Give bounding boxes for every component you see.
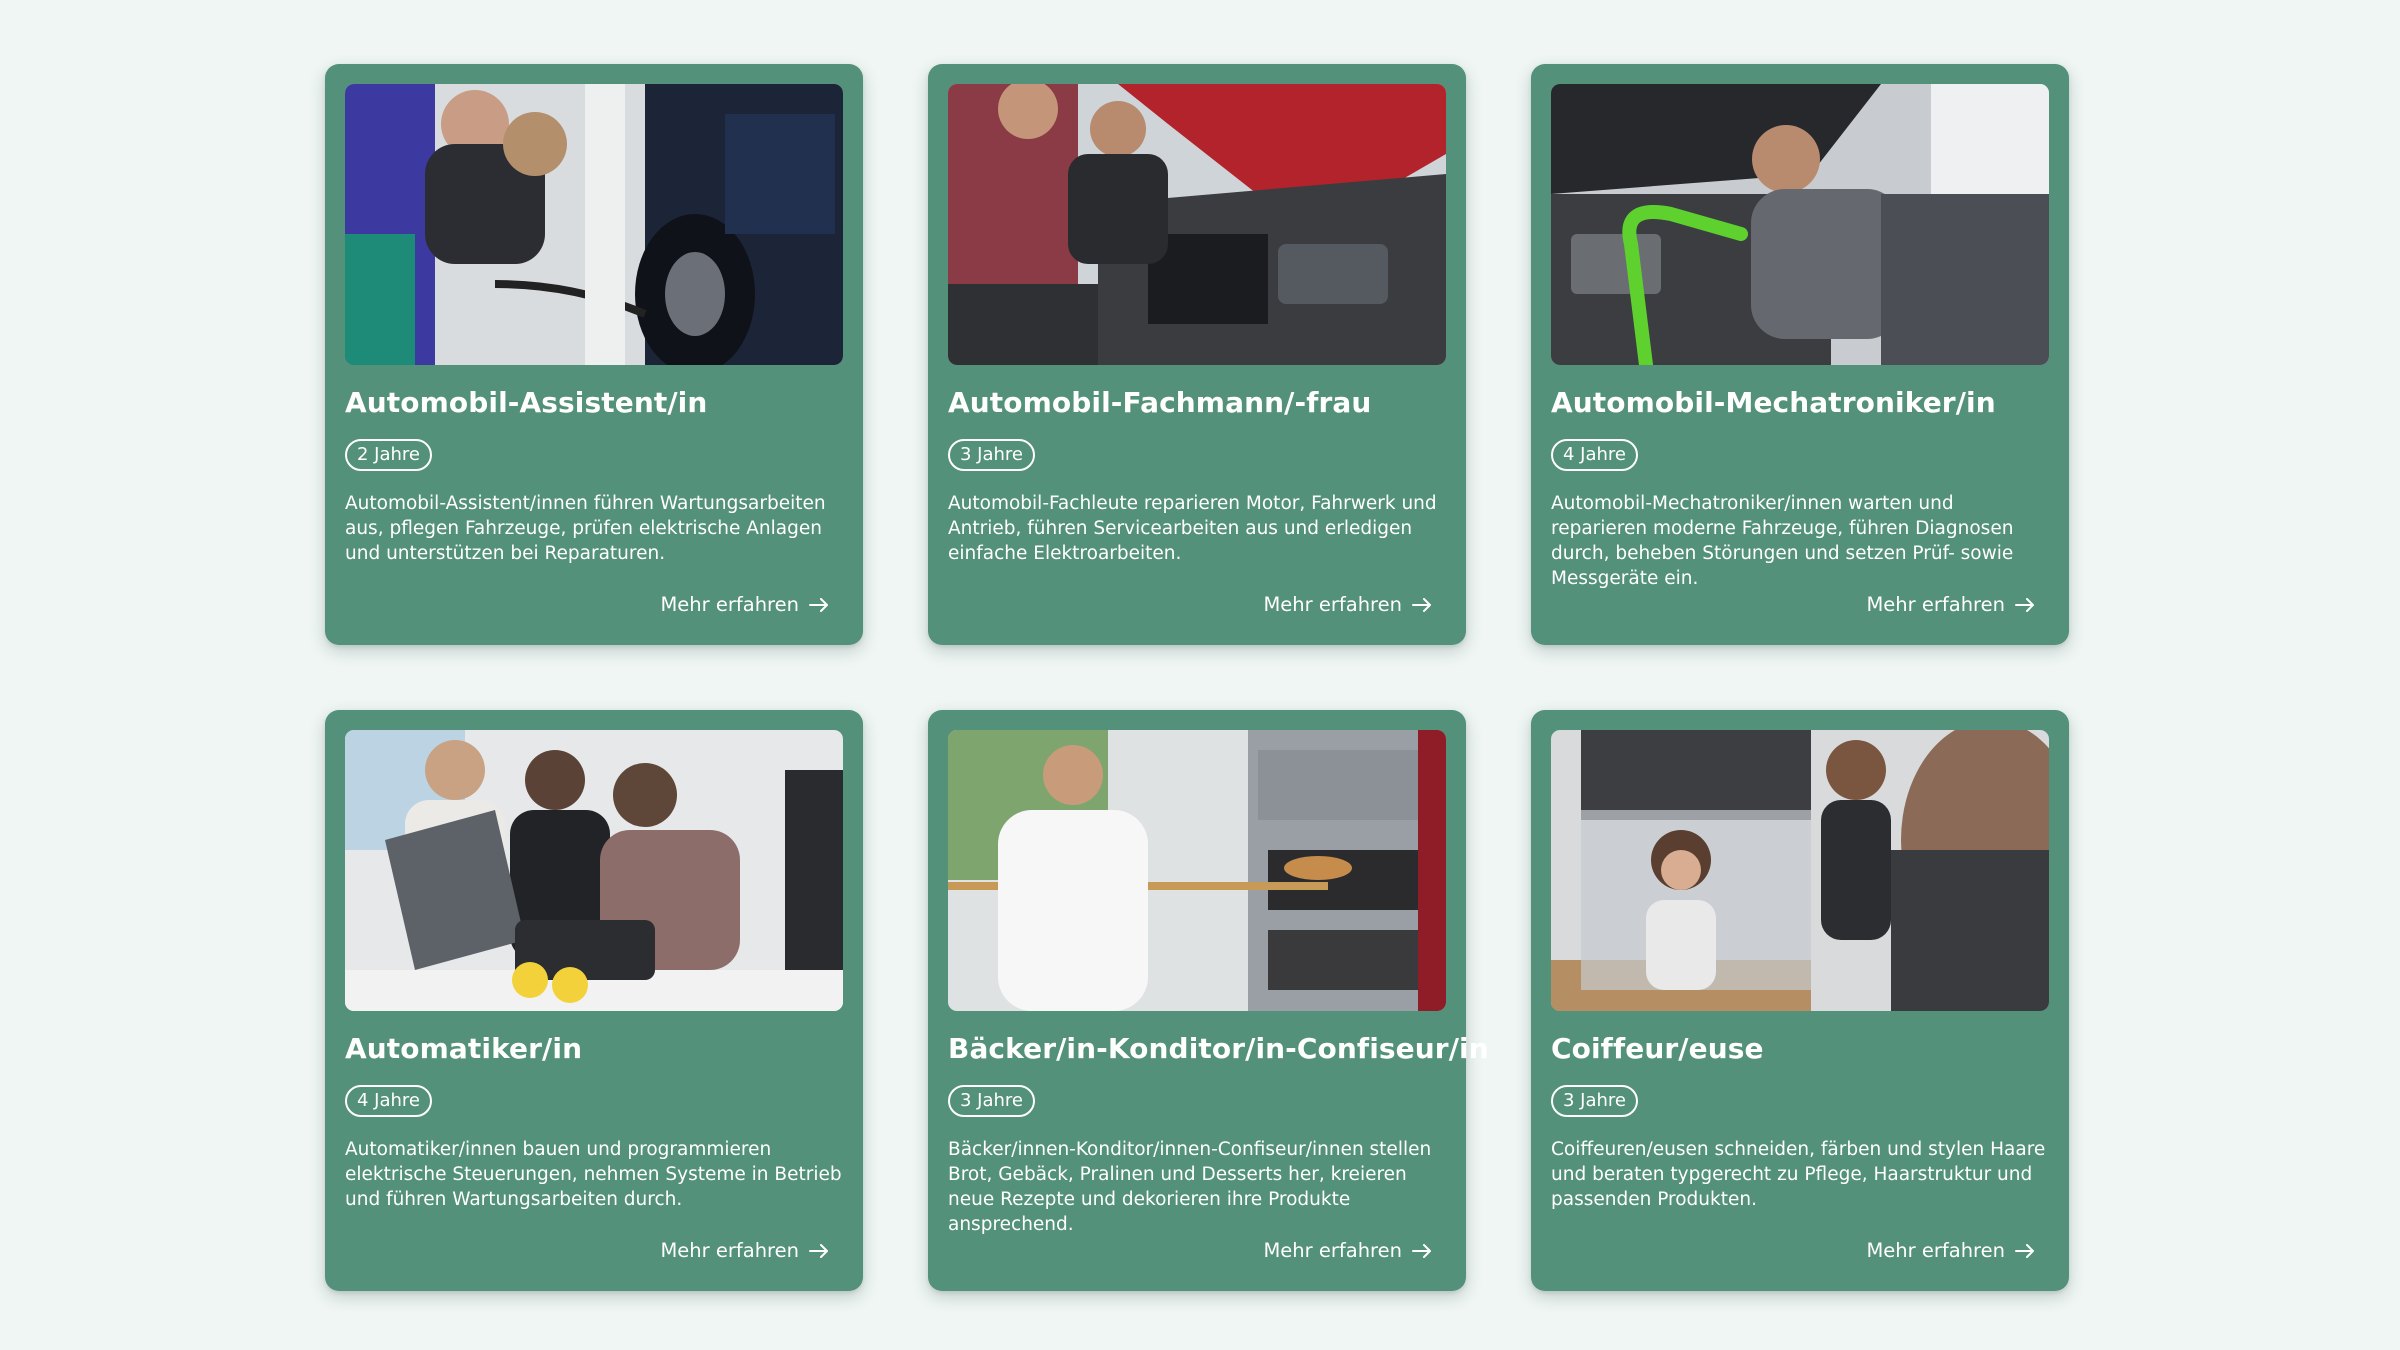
duration-badge: 3 Jahre bbox=[948, 1085, 1035, 1117]
apprenticeship-card[interactable]: Automatiker/in 4 Jahre Automatiker/innen… bbox=[325, 710, 863, 1291]
card-title: Bäcker/in-Konditor/in-Confiseur/in bbox=[948, 1032, 1489, 1065]
apprenticeship-card[interactable]: Automobil-Mechatroniker/in 4 Jahre Autom… bbox=[1531, 64, 2069, 645]
card-photo-robotics bbox=[345, 730, 843, 1011]
arrow-right-icon bbox=[809, 598, 828, 612]
arrow-right-icon bbox=[2015, 598, 2034, 612]
card-description: Automatiker/innen bauen und programmiere… bbox=[345, 1139, 842, 1210]
card-photo-hair-salon bbox=[1551, 730, 2049, 1011]
more-info-label: Mehr erfahren bbox=[1263, 1239, 1402, 1262]
card-description: Coiffeuren/eusen schneiden, färben und s… bbox=[1551, 1139, 2046, 1210]
card-description: Bäcker/innen-Konditor/innen-Confiseur/in… bbox=[948, 1139, 1432, 1235]
card-title: Coiffeur/euse bbox=[1551, 1032, 1764, 1065]
duration-badge: 2 Jahre bbox=[345, 439, 432, 471]
card-title: Automobil-Fachmann/-frau bbox=[948, 386, 1372, 419]
arrow-right-icon bbox=[809, 1244, 828, 1258]
card-title: Automatiker/in bbox=[345, 1032, 583, 1065]
card-description: Automobil-Mechatroniker/innen warten und… bbox=[1551, 493, 2014, 589]
more-info-label: Mehr erfahren bbox=[1866, 593, 2005, 616]
more-info-link[interactable]: Mehr erfahren bbox=[1866, 593, 2035, 617]
duration-badge: 3 Jahre bbox=[948, 439, 1035, 471]
apprenticeship-card[interactable]: Coiffeur/euse 3 Jahre Coiffeuren/eusen s… bbox=[1531, 710, 2069, 1291]
more-info-label: Mehr erfahren bbox=[1263, 593, 1402, 616]
duration-badge: 3 Jahre bbox=[1551, 1085, 1638, 1117]
card-description: Automobil-Assistent/innen führen Wartung… bbox=[345, 493, 826, 564]
card-title: Automobil-Mechatroniker/in bbox=[1551, 386, 1996, 419]
apprenticeship-card[interactable]: Bäcker/in-Konditor/in-Confiseur/in 3 Jah… bbox=[928, 710, 1489, 1291]
apprenticeship-grid: Automobil-Assistent/in 2 Jahre Automobil… bbox=[325, 64, 2069, 1291]
card-photo-engine-bay bbox=[948, 84, 1446, 365]
card-description: Automobil-Fachleute reparieren Motor, Fa… bbox=[948, 493, 1437, 564]
more-info-link[interactable]: Mehr erfahren bbox=[1263, 1239, 1432, 1263]
arrow-right-icon bbox=[1412, 1244, 1431, 1258]
more-info-label: Mehr erfahren bbox=[1866, 1239, 2005, 1262]
apprenticeship-card[interactable]: Automobil-Assistent/in 2 Jahre Automobil… bbox=[325, 64, 863, 645]
card-title: Automobil-Assistent/in bbox=[345, 386, 708, 419]
card-photo-diagnostics bbox=[1551, 84, 2049, 365]
arrow-right-icon bbox=[1412, 598, 1431, 612]
more-info-label: Mehr erfahren bbox=[660, 593, 799, 616]
more-info-link[interactable]: Mehr erfahren bbox=[660, 1239, 829, 1263]
duration-badge: 4 Jahre bbox=[1551, 439, 1638, 471]
more-info-link[interactable]: Mehr erfahren bbox=[660, 593, 829, 617]
apprenticeship-card[interactable]: Automobil-Fachmann/-frau 3 Jahre Automob… bbox=[928, 64, 1466, 645]
duration-badge: 4 Jahre bbox=[345, 1085, 432, 1117]
arrow-right-icon bbox=[2015, 1244, 2034, 1258]
card-photo-bakery-oven bbox=[948, 730, 1446, 1011]
more-info-label: Mehr erfahren bbox=[660, 1239, 799, 1262]
card-photo-mechanics-tire bbox=[345, 84, 843, 365]
more-info-link[interactable]: Mehr erfahren bbox=[1866, 1239, 2035, 1263]
more-info-link[interactable]: Mehr erfahren bbox=[1263, 593, 1432, 617]
